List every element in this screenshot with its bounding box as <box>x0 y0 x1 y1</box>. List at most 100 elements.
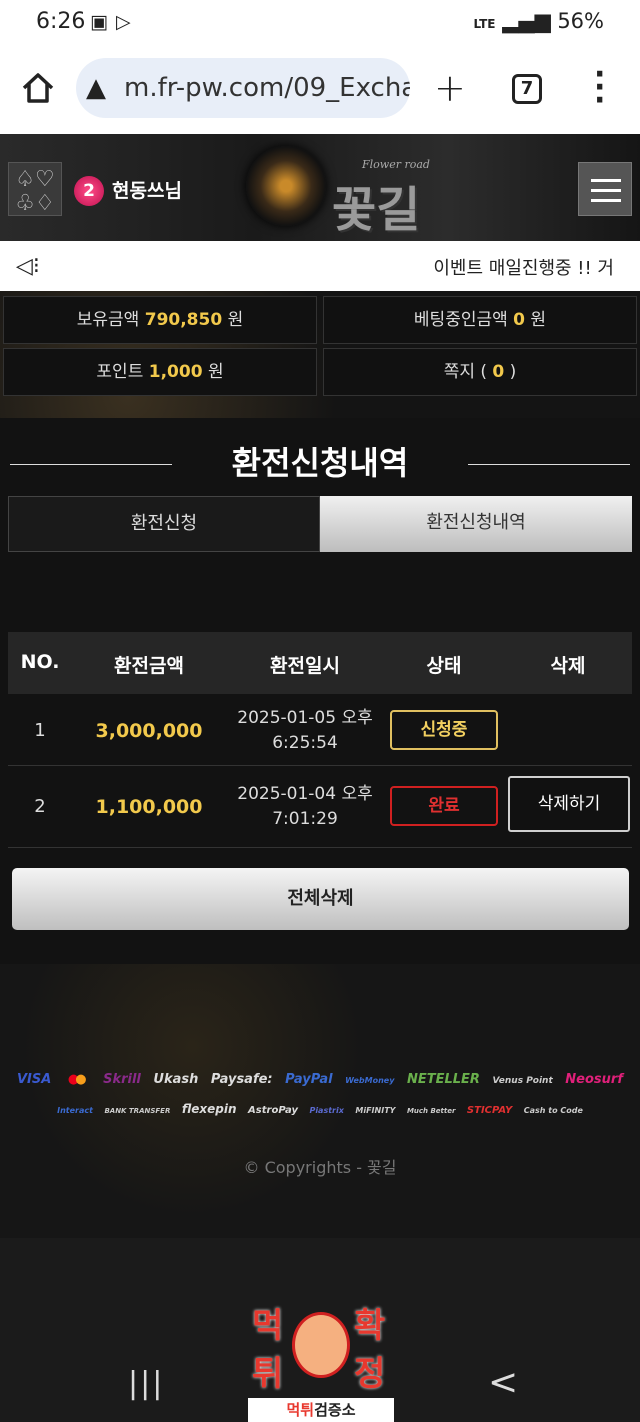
betting-box: 베팅중인금액 0 원 <box>323 296 637 344</box>
logo-text: 꽃길 <box>332 182 421 238</box>
new-tab-icon[interactable]: + <box>434 66 466 110</box>
balance-value: 790,850 <box>144 310 223 330</box>
point-value: 1,000 <box>148 362 203 382</box>
page-title: 환전신청내역 <box>231 444 409 482</box>
payment-logo: AstroPay <box>248 1105 298 1116</box>
battery-level: 56% <box>557 9 604 33</box>
status-badge: 완료 <box>390 786 498 826</box>
payment-logo: Skrill <box>103 1072 141 1087</box>
delete-all-button[interactable]: 전체삭제 <box>12 868 629 930</box>
table-header: NO. 환전금액 환전일시 상태 삭제 <box>8 632 632 694</box>
payment-logos-row2: Interact BANK TRANSFER flexepin AstroPay… <box>0 1102 640 1116</box>
browser-toolbar: ▲ m.fr-pw.com/09_Excha + 7 · · · <box>0 44 640 134</box>
row-no: 2 <box>34 796 46 817</box>
home-icon[interactable] <box>20 70 56 106</box>
payment-logo: Neosurf <box>565 1072 623 1087</box>
row-date-time: 6:25:54 <box>272 733 338 753</box>
delete-row-button[interactable]: 삭제하기 <box>508 776 630 832</box>
copyright: © Copyrights - 꽃길 <box>243 1158 397 1177</box>
balance-box: 보유금액 790,850 원 <box>3 296 317 344</box>
address-bar[interactable]: ▲ m.fr-pw.com/09_Excha <box>76 58 410 118</box>
row-date: 2025-01-04 오후 7:01:29 <box>226 782 384 832</box>
watermark-char: 확 <box>354 1306 386 1346</box>
watermark-caption-dark: 검증소 <box>314 1401 356 1419</box>
tab-switcher-button[interactable]: 7 <box>512 74 542 104</box>
status-badge: 신청중 <box>390 710 498 750</box>
payment-logo: MiFINITY <box>355 1106 396 1115</box>
row-date-day: 2025-01-04 오후 <box>237 784 373 804</box>
watermark-char: 정 <box>354 1354 386 1394</box>
balance-label: 보유금액 <box>76 310 140 330</box>
col-date: 환전일시 <box>270 655 340 677</box>
row-date: 2025-01-05 오후 6:25:54 <box>226 706 384 756</box>
balance-unit: 원 <box>227 310 244 330</box>
row-amount: 3,000,000 <box>95 720 203 742</box>
payment-logo: flexepin <box>181 1102 237 1116</box>
rose-logo-icon <box>246 146 326 226</box>
payment-logo: VISA <box>17 1072 52 1087</box>
col-no: NO. <box>20 651 60 673</box>
payment-logo: WebMoney <box>345 1076 395 1085</box>
row-status-cell: 완료 <box>384 770 504 852</box>
tab-exchange-history[interactable]: 환전신청내역 <box>320 496 632 552</box>
signal-icon: ▂▄▆ <box>502 9 551 33</box>
url-text: m.fr-pw.com/09_Excha <box>124 73 410 103</box>
col-status: 상태 <box>426 655 462 677</box>
notification-icons: ▣▷ <box>90 11 139 33</box>
payment-logo: BANK TRANSFER <box>104 1107 171 1115</box>
title-line-right <box>468 464 630 465</box>
payment-logo: Piastrix <box>309 1106 344 1115</box>
memo-box[interactable]: 쪽지 ( 0 ) <box>323 348 637 396</box>
payment-logo: Paysafe: <box>210 1072 273 1087</box>
betting-value: 0 <box>513 310 526 330</box>
memo-count: 0 <box>492 362 505 382</box>
level-badge: 2 <box>74 176 104 206</box>
payment-logo: Much Better <box>406 1107 456 1115</box>
watermark-caption: 먹튀검증소 <box>248 1398 394 1422</box>
payment-logo: Interact <box>57 1106 93 1115</box>
warning-icon[interactable]: ▲ <box>86 73 106 103</box>
tab-exchange-request[interactable]: 환전신청 <box>8 496 320 552</box>
history-table: NO. 환전금액 환전일시 상태 삭제 1 3,000,000 2025-01-… <box>8 632 632 848</box>
payment-logo: Ukash <box>153 1072 199 1087</box>
table-row: 1 3,000,000 2025-01-05 오후 6:25:54 신청중 <box>8 694 632 766</box>
more-menu-icon[interactable]: · · · <box>594 60 605 116</box>
payment-logo: NETELLER <box>406 1072 480 1087</box>
table-row: 2 1,100,000 2025-01-04 오후 7:01:29 완료 삭제하… <box>8 766 632 848</box>
payment-logo: Cash to Code <box>523 1106 583 1115</box>
row-date-time: 7:01:29 <box>272 809 338 829</box>
status-right: LTE ▂▄▆ 56% <box>473 9 604 33</box>
watermark: 먹 확 튀 정 먹튀검증소 <box>248 1298 394 1422</box>
watermark-caption-red: 먹튀 <box>286 1401 315 1419</box>
row-status-cell: 신청중 <box>384 694 504 766</box>
site-logo[interactable]: Flower road 꽃길 <box>240 140 440 238</box>
row-delete-cell: 삭제하기 <box>504 766 632 848</box>
mastercard-icon: ●● <box>67 1072 87 1087</box>
payment-logos-row1: VISA ●● Skrill Ukash Paysafe: PayPal Web… <box>0 1072 640 1087</box>
title-wrap: 환전신청내역 <box>0 438 640 488</box>
memo-open: ( <box>480 362 488 382</box>
payment-logo: STICPAY <box>466 1105 513 1116</box>
network-label: LTE <box>473 17 496 31</box>
watermark-face-icon <box>292 1312 350 1378</box>
recents-icon[interactable]: ||| <box>128 1366 164 1401</box>
point-box[interactable]: 포인트 1,000 원 <box>3 348 317 396</box>
col-delete: 삭제 <box>550 655 586 677</box>
megaphone-icon: ◁⁝ <box>16 254 40 279</box>
watermark-char: 튀 <box>252 1354 284 1394</box>
row-date-day: 2025-01-05 오후 <box>237 708 373 728</box>
hamburger-menu-button[interactable] <box>578 162 632 216</box>
cards-menu-button[interactable]: ♤♡ ♧♢ <box>8 162 62 216</box>
memo-label: 쪽지 <box>443 362 475 382</box>
notice-text[interactable]: 이벤트 매일진행중 !! 거 <box>433 254 614 280</box>
system-nav-bar: ||| < 먹 확 튀 정 먹튀검증소 <box>0 1238 640 1422</box>
back-icon[interactable]: < <box>488 1362 518 1403</box>
point-label: 포인트 <box>96 362 144 382</box>
username[interactable]: 현동쓰님 <box>112 176 182 203</box>
watermark-char: 먹 <box>252 1306 284 1346</box>
betting-label: 베팅중인금액 <box>413 310 508 330</box>
point-unit: 원 <box>207 362 224 382</box>
status-time: 6:26 <box>36 9 86 34</box>
payment-logo: Venus Point <box>492 1076 553 1086</box>
memo-close: ) <box>509 362 517 382</box>
